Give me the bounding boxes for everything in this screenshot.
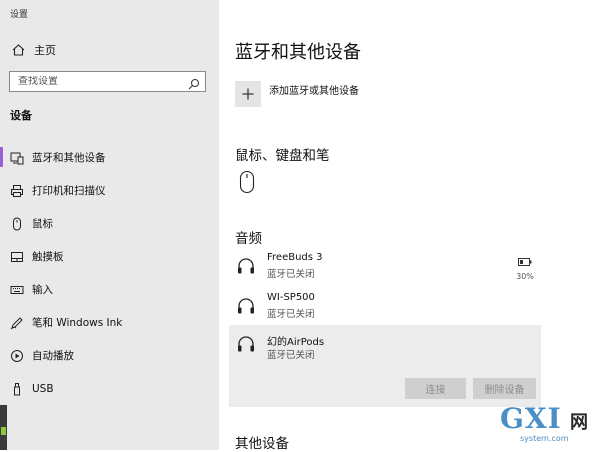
- page-title: 蓝牙和其他设备: [235, 42, 361, 63]
- sidebar-item-mouse[interactable]: 鼠标: [0, 207, 219, 240]
- audio-device-freebuds[interactable]: FreeBuds 3 蓝牙已关闭 30%: [229, 249, 541, 289]
- usb-icon: [10, 382, 24, 396]
- mouse-icon: [10, 217, 24, 231]
- sidebar-item-label: 打印机和扫描仪: [32, 185, 106, 197]
- printer-icon: [10, 184, 24, 198]
- sidebar-item-label: 蓝牙和其他设备: [32, 152, 106, 164]
- sidebar-item-pen[interactable]: 笔和 Windows Ink: [0, 306, 219, 339]
- battery-icon: [518, 258, 532, 266]
- sidebar-nav: 蓝牙和其他设备 打印机和扫描仪 鼠标 触摸板 输入 笔和 Windows Ink…: [0, 141, 219, 405]
- audio-heading: 音频: [235, 231, 262, 247]
- connect-button[interactable]: 连接: [405, 378, 466, 399]
- remove-device-button[interactable]: 删除设备: [473, 378, 536, 399]
- search-input[interactable]: [10, 76, 190, 87]
- headphones-icon: [236, 256, 256, 280]
- sidebar-item-label: 触摸板: [32, 251, 64, 263]
- sidebar-item-label: 输入: [32, 284, 53, 296]
- headphones-icon: [236, 296, 256, 320]
- sidebar-item-label: 自动播放: [32, 350, 74, 362]
- device-name: 幻的AirPods: [267, 337, 325, 348]
- home-icon: [10, 44, 26, 56]
- sidebar: 设置 主页 设备 蓝牙和其他设备 打印机和扫描仪: [0, 0, 219, 450]
- taskbar-edge: [0, 405, 7, 450]
- headphones-icon: [236, 334, 256, 358]
- watermark-net: 网: [570, 412, 588, 433]
- watermark-domain: system.com: [520, 434, 569, 443]
- bluetooth-devices-icon: [10, 151, 24, 165]
- main-panel: 蓝牙和其他设备 添加蓝牙或其他设备 鼠标、键盘和笔 音频 FreeBuds 3 …: [219, 0, 600, 452]
- home-label: 主页: [34, 44, 56, 57]
- sidebar-item-autoplay[interactable]: 自动播放: [0, 339, 219, 372]
- other-devices-heading: 其他设备: [235, 436, 289, 452]
- device-status: 蓝牙已关闭: [267, 269, 315, 280]
- sidebar-item-touchpad[interactable]: 触摸板: [0, 240, 219, 273]
- watermark-logo: GXI 网 system.com: [500, 405, 598, 445]
- sidebar-section-title: 设备: [10, 109, 32, 122]
- touchpad-icon: [10, 250, 24, 264]
- watermark-brand: GXI: [500, 402, 562, 435]
- autoplay-icon: [10, 349, 24, 363]
- battery-indicator: 30%: [515, 251, 535, 281]
- add-device-button[interactable]: 添加蓝牙或其他设备: [235, 81, 359, 107]
- sidebar-item-label: 笔和 Windows Ink: [32, 317, 123, 329]
- add-device-label: 添加蓝牙或其他设备: [269, 85, 359, 97]
- device-status: 蓝牙已关闭: [267, 309, 315, 320]
- device-name: WI-SP500: [267, 292, 315, 303]
- device-status: 蓝牙已关闭: [267, 350, 315, 361]
- sidebar-item-label: USB: [32, 382, 54, 395]
- battery-percent: 30%: [516, 272, 534, 281]
- keyboard-icon: [10, 283, 24, 297]
- sidebar-item-usb[interactable]: USB: [0, 372, 219, 405]
- sidebar-item-bluetooth[interactable]: 蓝牙和其他设备: [0, 141, 219, 174]
- audio-device-airpods[interactable]: 幻的AirPods 蓝牙已关闭 连接 删除设备: [229, 325, 541, 407]
- sidebar-item-typing[interactable]: 输入: [0, 273, 219, 306]
- home-link[interactable]: 主页: [10, 41, 56, 59]
- mouse-keyboard-pen-heading: 鼠标、键盘和笔: [235, 148, 330, 164]
- sidebar-item-printers[interactable]: 打印机和扫描仪: [0, 174, 219, 207]
- search-box[interactable]: [9, 71, 206, 92]
- sidebar-item-label: 鼠标: [32, 218, 53, 230]
- window-title: 设置: [10, 10, 29, 20]
- audio-device-wi-sp500[interactable]: WI-SP500 蓝牙已关闭: [229, 289, 541, 329]
- search-icon[interactable]: [188, 75, 200, 90]
- device-name: FreeBuds 3: [267, 252, 323, 263]
- pen-icon: [10, 316, 24, 330]
- plus-icon: [235, 81, 261, 107]
- mouse-device-icon[interactable]: [239, 170, 255, 198]
